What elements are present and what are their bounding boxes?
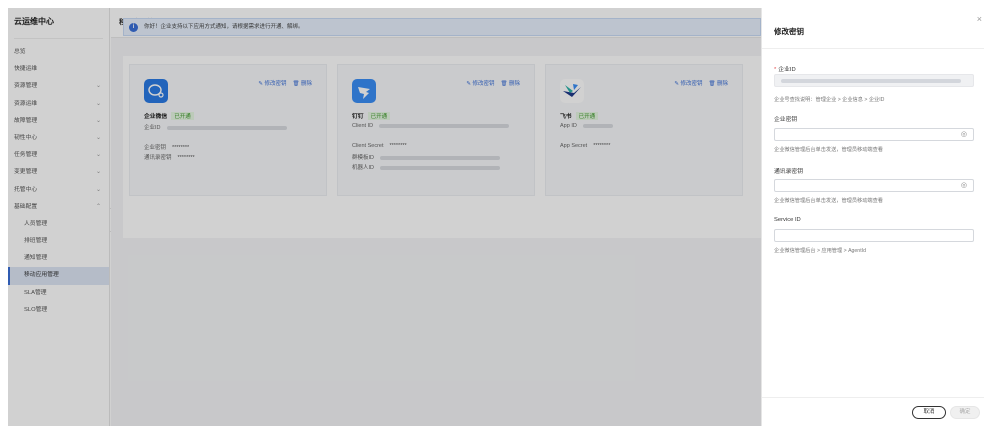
required-mark: * xyxy=(774,67,777,73)
corp-id-field[interactable] xyxy=(774,74,974,87)
hint-corp-id: 企业号查找说明：管理企业 > 企业信息 > 企业ID xyxy=(774,97,885,103)
service-id-field[interactable] xyxy=(774,229,974,242)
drawer-footer-divider xyxy=(762,397,984,398)
modal-overlay[interactable] xyxy=(8,8,761,426)
drawer-title: 修改密钥 xyxy=(774,27,804,36)
hint-contact-secret: 企业微信管理后台单击发送，管理员移动端查看 xyxy=(774,198,883,204)
confirm-button[interactable]: 确定 xyxy=(950,406,980,419)
edit-key-drawer: 修改密钥 × * 企业ID 企业号查找说明：管理企业 > 企业信息 > 企业ID … xyxy=(761,8,984,426)
close-icon[interactable]: × xyxy=(977,14,982,24)
cancel-button[interactable]: 取消 xyxy=(912,406,946,419)
eye-icon[interactable]: ◎ xyxy=(961,181,967,189)
field-label: 通讯录密钥 xyxy=(774,169,803,175)
label-contact-secret: 通讯录密钥 xyxy=(774,166,803,175)
hint-service-id: 企业微信管理后台 > 应用管理 > AgentId xyxy=(774,248,866,254)
eye-icon[interactable]: ◎ xyxy=(961,130,967,138)
label-corp-id: * 企业ID xyxy=(774,64,796,73)
field-label: 企业ID xyxy=(778,67,796,73)
label-service-id: Service ID xyxy=(774,217,801,223)
label-corp-secret: 企业密钥 xyxy=(774,114,797,123)
contact-secret-field[interactable]: ◎ xyxy=(774,179,974,192)
corp-secret-field[interactable]: ◎ xyxy=(774,128,974,141)
hint-corp-secret: 企业微信管理后台单击发送，管理员移动端查看 xyxy=(774,147,883,153)
redacted-value xyxy=(781,79,961,83)
field-label: 企业密钥 xyxy=(774,117,798,123)
field-label: Service ID xyxy=(774,217,801,223)
drawer-divider xyxy=(762,48,984,49)
app-frame: 云运维中心 总览 快捷运维 资源管理 ⌄ 资源运维 ⌄ 故障管理 ⌄ 韧性中心 ⌄ 任务… xyxy=(8,8,984,426)
